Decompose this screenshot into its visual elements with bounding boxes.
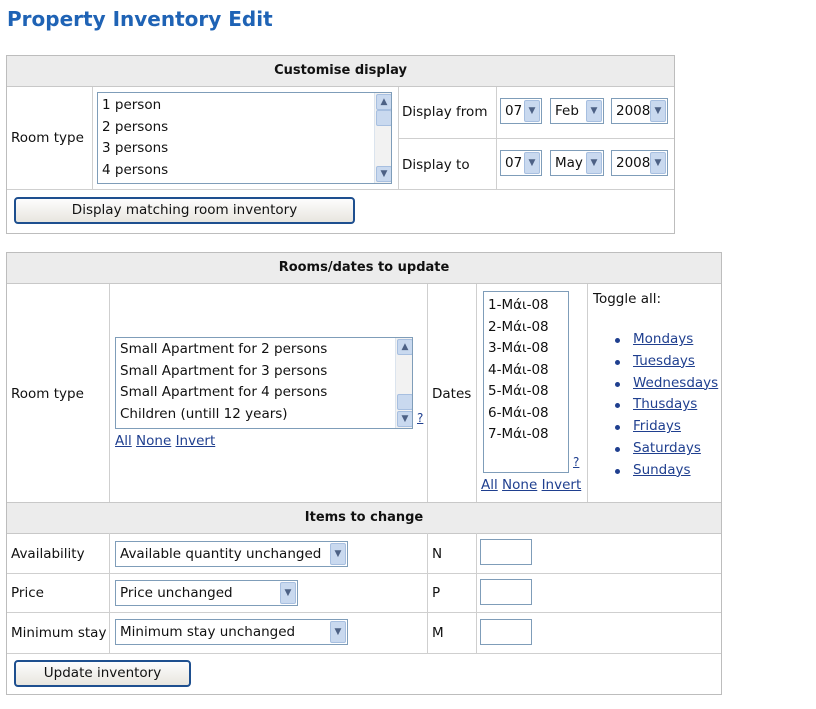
select-value: 2008 xyxy=(616,103,651,119)
select-none-link[interactable]: None xyxy=(136,433,171,449)
toggle-thursdays-link[interactable]: Thusdays xyxy=(633,396,697,412)
select-value: Price unchanged xyxy=(120,585,233,601)
to-day-select[interactable]: 07 ▼ xyxy=(500,150,542,176)
list-item[interactable]: Small Apartment for 3 persons xyxy=(116,361,412,383)
room-type-help-link[interactable]: ? xyxy=(417,411,423,425)
chevron-down-icon: ▼ xyxy=(524,152,540,174)
scroll-thumb[interactable] xyxy=(376,110,391,126)
list-item[interactable]: 2-Μάι-08 xyxy=(484,317,568,339)
chevron-down-icon: ▼ xyxy=(586,100,602,122)
list-item[interactable]: 5-Μάι-08 xyxy=(484,381,568,403)
dates-select-all-link[interactable]: All xyxy=(481,477,498,493)
room-type-list[interactable]: 1 person 2 persons 3 persons 4 persons ▲… xyxy=(97,92,392,184)
dates-invert-link[interactable]: Invert xyxy=(542,477,582,493)
toggle-saturdays-link[interactable]: Saturdays xyxy=(633,440,701,456)
weekday-item: Tuesdays xyxy=(615,351,718,373)
price-select[interactable]: Price unchanged ▼ xyxy=(115,580,298,606)
chevron-down-icon: ▼ xyxy=(524,100,540,122)
rooms-dates-header: Rooms/dates to update xyxy=(7,253,721,284)
from-day-select[interactable]: 07 ▼ xyxy=(500,98,542,124)
weekday-item: Fridays xyxy=(615,416,718,438)
list-item[interactable]: 1 person xyxy=(98,95,391,117)
weekday-item: Sundays xyxy=(615,460,718,482)
availability-select[interactable]: Available quantity unchanged ▼ xyxy=(115,541,348,567)
list-item[interactable]: Small Apartment for 4 persons xyxy=(116,382,412,404)
list-item[interactable]: 7-Μάι-08 xyxy=(484,424,568,446)
scroll-down-icon[interactable]: ▼ xyxy=(376,166,391,182)
customise-display-panel: Customise display Room type 1 person 2 p… xyxy=(6,55,675,234)
display-to-label: Display to xyxy=(402,157,470,173)
display-matching-button[interactable]: Display matching room inventory xyxy=(14,197,355,224)
weekday-item: Mondays xyxy=(615,329,718,351)
toggle-tuesdays-link[interactable]: Tuesdays xyxy=(633,353,695,369)
from-month-select[interactable]: Feb ▼ xyxy=(550,98,604,124)
list-item[interactable]: 6-Μάι-08 xyxy=(484,403,568,425)
room-type-scrollbar[interactable]: ▲ ▼ xyxy=(374,93,391,183)
list-item[interactable]: 3 persons xyxy=(98,138,391,160)
chevron-down-icon: ▼ xyxy=(280,582,296,604)
list-item[interactable]: Children (untill 12 years) xyxy=(116,404,412,426)
availability-input[interactable] xyxy=(480,539,532,565)
rooms-room-type-list[interactable]: Small Apartment for 2 persons Small Apar… xyxy=(115,337,413,429)
price-input[interactable] xyxy=(480,579,532,605)
from-year-select[interactable]: 2008 ▼ xyxy=(611,98,668,124)
list-item[interactable]: 1-Μάι-08 xyxy=(484,295,568,317)
select-value: Minimum stay unchanged xyxy=(120,624,296,640)
toggle-mondays-link[interactable]: Mondays xyxy=(633,331,693,347)
to-year-select[interactable]: 2008 ▼ xyxy=(611,150,668,176)
customise-display-header: Customise display xyxy=(7,56,674,87)
minimum-stay-select[interactable]: Minimum stay unchanged ▼ xyxy=(115,619,348,645)
dates-help-link[interactable]: ? xyxy=(573,455,579,469)
display-from-label: Display from xyxy=(402,104,488,120)
update-inventory-button[interactable]: Update inventory xyxy=(14,660,191,687)
list-item[interactable]: 4 persons xyxy=(98,160,391,182)
chevron-down-icon: ▼ xyxy=(586,152,602,174)
weekday-item: Wednesdays xyxy=(615,373,718,395)
toggle-fridays-link[interactable]: Fridays xyxy=(633,418,681,434)
toggle-sundays-link[interactable]: Sundays xyxy=(633,462,691,478)
minimum-stay-label: Minimum stay xyxy=(11,625,107,641)
select-value: Available quantity unchanged xyxy=(120,546,322,562)
chevron-down-icon: ▼ xyxy=(330,621,346,643)
chevron-down-icon: ▼ xyxy=(650,100,666,122)
items-to-change-header: Items to change xyxy=(7,502,721,534)
chevron-down-icon: ▼ xyxy=(650,152,666,174)
rooms-dates-panel: Rooms/dates to update Room type Small Ap… xyxy=(6,252,722,695)
toggle-all-label: Toggle all: xyxy=(593,291,662,307)
price-label: Price xyxy=(11,585,44,601)
weekday-toggle-list: Mondays Tuesdays Wednesdays Thusdays Fri… xyxy=(615,329,718,482)
chevron-down-icon: ▼ xyxy=(330,543,346,565)
availability-label: Availability xyxy=(11,546,85,562)
dates-list[interactable]: 1-Μάι-08 2-Μάι-08 3-Μάι-08 4-Μάι-08 5-Μά… xyxy=(483,291,569,473)
rooms-room-type-label: Room type xyxy=(11,386,84,402)
list-item[interactable]: 2 persons xyxy=(98,117,391,139)
list-item[interactable]: 3-Μάι-08 xyxy=(484,338,568,360)
select-value: 2008 xyxy=(616,155,651,171)
select-value: Feb xyxy=(555,103,579,119)
toggle-wednesdays-link[interactable]: Wednesdays xyxy=(633,375,718,391)
to-month-select[interactable]: May ▼ xyxy=(550,150,604,176)
invert-selection-link[interactable]: Invert xyxy=(176,433,216,449)
scroll-down-icon[interactable]: ▼ xyxy=(397,411,412,427)
rooms-room-type-scrollbar[interactable]: ▲ ▼ xyxy=(395,338,412,428)
scroll-up-icon[interactable]: ▲ xyxy=(397,339,412,355)
select-value: May xyxy=(555,155,583,171)
select-value: 07 xyxy=(505,103,523,119)
dates-label: Dates xyxy=(432,386,472,402)
dates-select-none-link[interactable]: None xyxy=(502,477,537,493)
weekday-item: Thusdays xyxy=(615,394,718,416)
weekday-item: Saturdays xyxy=(615,438,718,460)
select-value: 07 xyxy=(505,155,523,171)
minimum-stay-code: M xyxy=(432,625,444,641)
price-code: P xyxy=(432,585,441,601)
page-title: Property Inventory Edit xyxy=(7,7,273,31)
select-all-link[interactable]: All xyxy=(115,433,132,449)
availability-code: N xyxy=(432,546,443,562)
minimum-stay-input[interactable] xyxy=(480,619,532,645)
scroll-thumb[interactable] xyxy=(397,394,412,410)
scroll-up-icon[interactable]: ▲ xyxy=(376,94,391,110)
room-type-label: Room type xyxy=(11,130,84,146)
list-item[interactable]: 4-Μάι-08 xyxy=(484,360,568,382)
list-item[interactable]: Small Apartment for 2 persons xyxy=(116,339,412,361)
